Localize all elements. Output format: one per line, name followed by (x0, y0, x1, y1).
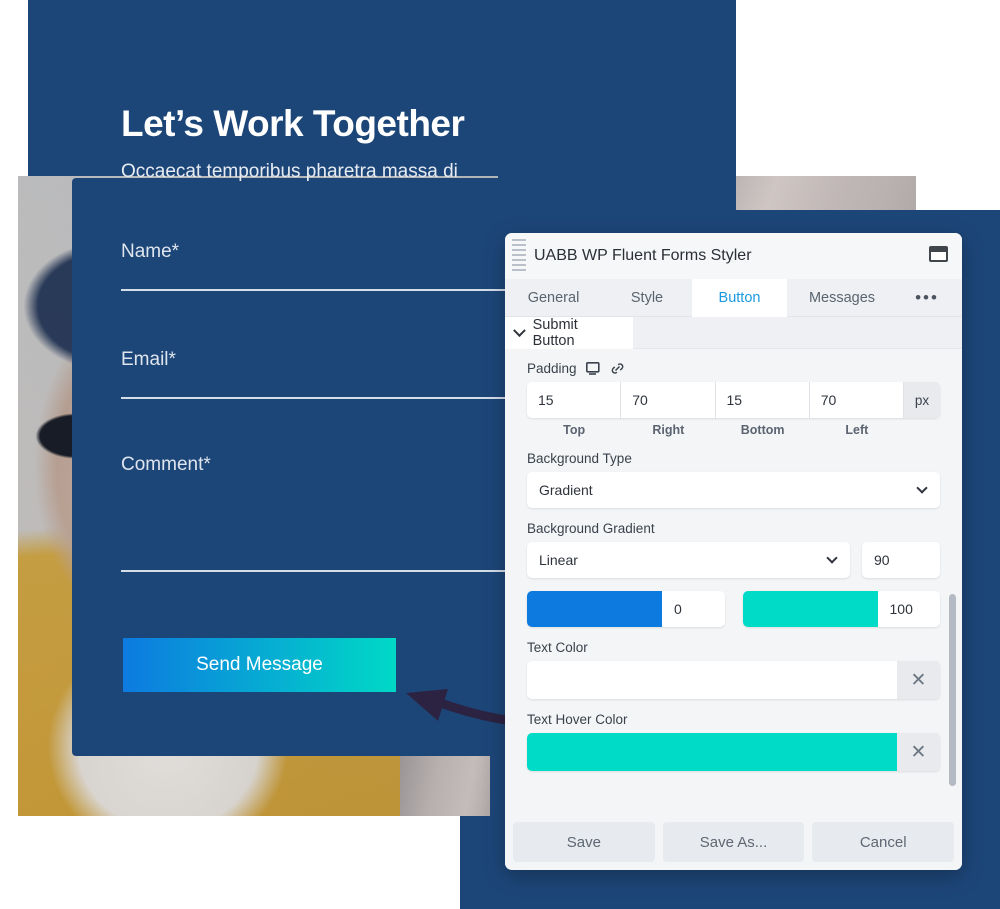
styler-titlebar[interactable]: UABB WP Fluent Forms Styler (505, 233, 962, 279)
window-restore-icon[interactable] (929, 246, 948, 262)
background-type-label: Background Type (527, 451, 632, 466)
background-type-select[interactable]: Gradient (527, 472, 940, 508)
styler-window-title: UABB WP Fluent Forms Styler (534, 247, 752, 264)
gradient-type-select[interactable]: Linear (527, 542, 850, 578)
padding-legend-spacer (904, 423, 940, 437)
text-color-label: Text Color (527, 640, 588, 655)
gradient-stop-2-swatch[interactable] (742, 591, 878, 627)
section-submit-button[interactable]: Submit Button (505, 316, 633, 349)
tab-style[interactable]: Style (602, 279, 692, 316)
padding-unit-selector[interactable]: px (904, 382, 940, 418)
padding-legend-bottom: Bottom (740, 423, 785, 437)
padding-legend-top: Top (563, 423, 586, 437)
padding-top-input[interactable]: 15 (527, 382, 622, 418)
padding-legend-right: Right (652, 423, 685, 437)
gradient-stop-2: 100 (742, 591, 941, 627)
background-type-value: Gradient (539, 482, 593, 498)
panel-scrollbar[interactable] (949, 359, 956, 786)
text-hover-color-swatch[interactable] (527, 733, 897, 771)
background-gradient-block: Background Gradient Linear 90 (527, 521, 940, 578)
chevron-down-icon (826, 552, 838, 564)
gradient-angle-input[interactable]: 90 (862, 542, 940, 578)
tab-messages[interactable]: Messages (787, 279, 897, 316)
padding-inputs: 15 70 15 70 px (527, 382, 940, 418)
text-color-clear-icon[interactable]: ✕ (897, 661, 940, 699)
gradient-type-value: Linear (539, 552, 578, 568)
background-gradient-row: Linear 90 (527, 542, 940, 578)
text-color-row: ✕ (527, 661, 940, 699)
padding-legend-left: Left (845, 423, 869, 437)
form-field-name-label: Name* (121, 241, 180, 262)
text-hover-color-clear-icon[interactable]: ✕ (897, 733, 940, 771)
page-title: Let’s Work Together (121, 103, 465, 144)
form-field-name[interactable]: Name* (121, 240, 541, 291)
styler-section-header: Submit Button (505, 316, 962, 349)
text-hover-color-label: Text Hover Color (527, 712, 628, 727)
page-subtitle: Occaecat temporibus pharetra massa di (121, 161, 458, 182)
form-field-email-underline (121, 397, 541, 399)
chevron-down-icon (513, 323, 526, 337)
padding-left-input[interactable]: 70 (809, 382, 904, 418)
desktop-icon[interactable] (585, 361, 601, 376)
save-as-button[interactable]: Save As... (662, 822, 805, 862)
gradient-stops-row: 0 100 (527, 591, 940, 627)
form-field-comment[interactable]: Comment* (121, 453, 541, 572)
text-color-swatch[interactable] (527, 661, 897, 699)
drag-handle-icon[interactable] (512, 239, 526, 273)
styler-panel-body: Padding 15 70 15 70 px Top Right Bottom … (505, 349, 962, 822)
tab-general[interactable]: General (505, 279, 602, 316)
padding-right-input[interactable]: 70 (621, 382, 716, 418)
form-field-email[interactable]: Email* (121, 348, 541, 399)
cancel-button[interactable]: Cancel (812, 822, 955, 862)
send-message-button[interactable]: Send Message (123, 638, 396, 692)
text-hover-color-block: Text Hover Color ✕ (527, 712, 940, 771)
chevron-down-icon (916, 482, 928, 494)
gradient-stop-1-swatch[interactable] (527, 591, 662, 627)
gradient-stop-1-position[interactable]: 0 (662, 591, 725, 627)
background-type-block: Background Type Gradient (527, 451, 940, 508)
tab-more-icon[interactable]: ••• (897, 279, 957, 316)
padding-label-row: Padding (527, 361, 940, 376)
form-field-name-underline (121, 289, 541, 291)
uabb-styler-window: UABB WP Fluent Forms Styler General Styl… (505, 233, 962, 870)
padding-label: Padding (527, 361, 577, 376)
link-icon[interactable] (610, 362, 625, 376)
section-submit-button-label: Submit Button (532, 316, 578, 349)
styler-footer: Save Save As... Cancel (505, 822, 962, 870)
screenshot-stage: Let’s Work Together Occaecat temporibus … (0, 0, 1000, 909)
text-color-block: Text Color ✕ (527, 640, 940, 699)
tab-button[interactable]: Button (692, 279, 787, 317)
form-field-comment-underline (121, 570, 541, 572)
padding-bottom-input[interactable]: 15 (715, 382, 810, 418)
gradient-stop-1: 0 (527, 591, 725, 627)
padding-legend: Top Right Bottom Left (527, 423, 940, 437)
styler-tabs: General Style Button Messages ••• (505, 279, 962, 317)
text-hover-color-row: ✕ (527, 733, 940, 771)
panel-scrollbar-thumb[interactable] (949, 594, 956, 786)
form-field-comment-label: Comment* (121, 454, 211, 475)
save-button[interactable]: Save (513, 822, 655, 862)
background-gradient-label: Background Gradient (527, 521, 655, 536)
form-field-email-label: Email* (121, 349, 176, 370)
gradient-stop-2-position[interactable]: 100 (878, 591, 941, 627)
